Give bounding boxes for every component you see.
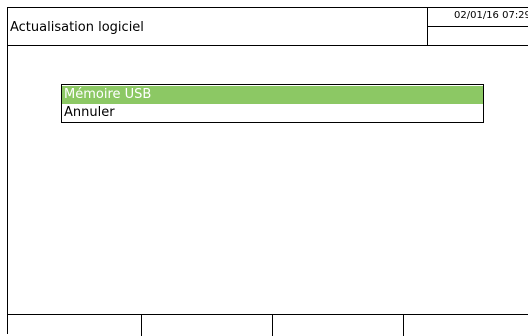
softkey-bar <box>8 314 528 336</box>
softkey-1[interactable] <box>8 315 142 336</box>
softkey-2[interactable] <box>142 315 273 336</box>
menu-item-usb-memory[interactable]: Mémoire USB <box>62 86 483 104</box>
softkey-4[interactable] <box>404 315 528 336</box>
title-bar: Actualisation logiciel 02/01/16 07:29 <box>8 8 528 46</box>
device-screen: Actualisation logiciel 02/01/16 07:29 Mé… <box>7 7 528 336</box>
clock-box: 02/01/16 07:29 <box>428 8 528 27</box>
page-title: Actualisation logiciel <box>10 20 144 35</box>
update-source-menu: Mémoire USB Annuler <box>61 84 484 123</box>
menu-item-cancel[interactable]: Annuler <box>62 104 483 122</box>
datetime-display: 02/01/16 07:29 <box>454 10 528 21</box>
softkey-3[interactable] <box>273 315 404 336</box>
